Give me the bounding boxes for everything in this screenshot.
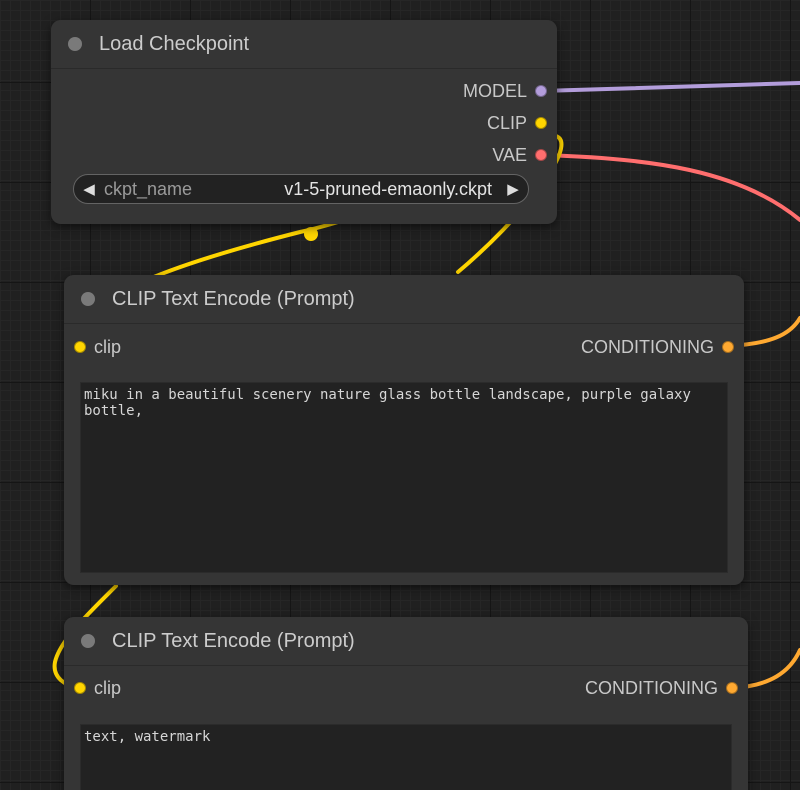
collapse-dot-icon[interactable] — [81, 634, 95, 648]
input-slot-clip[interactable]: clip — [74, 335, 121, 359]
ckpt-name-combo[interactable]: ◀ ckpt_name v1-5-pruned-emaonly.ckpt ▶ — [73, 174, 529, 204]
slot-label: clip — [94, 336, 122, 357]
node-title: CLIP Text Encode (Prompt) — [112, 287, 355, 310]
output-slot-model[interactable]: MODEL — [463, 79, 547, 103]
clip-socket-icon[interactable] — [74, 341, 86, 353]
collapse-dot-icon[interactable] — [68, 37, 82, 51]
slot-label: MODEL — [462, 80, 527, 101]
load-checkpoint-node[interactable]: Load Checkpoint MODEL CLIP VAE ◀ ckpt_na… — [51, 20, 557, 224]
model-socket-icon[interactable] — [535, 85, 547, 97]
output-slot-conditioning[interactable]: CONDITIONING — [585, 676, 738, 700]
prompt-textarea[interactable]: text, watermark — [80, 724, 732, 790]
clip-text-encode-positive-node[interactable]: CLIP Text Encode (Prompt) clip CONDITION… — [64, 275, 744, 585]
conditioning-socket-icon[interactable] — [722, 341, 734, 353]
output-slot-clip[interactable]: CLIP — [487, 111, 547, 135]
node-title: Load Checkpoint — [99, 32, 250, 55]
conditioning-socket-icon[interactable] — [726, 682, 738, 694]
model-link[interactable] — [539, 81, 800, 93]
clip-text-encode-header[interactable]: CLIP Text Encode (Prompt) — [64, 617, 748, 666]
input-slot-clip[interactable]: clip — [74, 676, 121, 700]
combo-next-arrow-icon[interactable]: ▶ — [498, 180, 528, 198]
clip-text-encode-negative-node[interactable]: CLIP Text Encode (Prompt) clip CONDITION… — [64, 617, 748, 790]
slot-label: VAE — [492, 144, 527, 165]
load-checkpoint-header[interactable]: Load Checkpoint — [51, 20, 557, 69]
node-title: CLIP Text Encode (Prompt) — [112, 629, 355, 652]
slot-label: clip — [94, 677, 122, 698]
output-slot-conditioning[interactable]: CONDITIONING — [581, 335, 734, 359]
combo-value[interactable]: v1-5-pruned-emaonly.ckpt — [192, 179, 498, 200]
clip-socket-icon[interactable] — [535, 117, 547, 129]
reroute-handle[interactable] — [304, 227, 318, 241]
combo-label: ckpt_name — [104, 178, 193, 199]
collapse-dot-icon[interactable] — [81, 292, 95, 306]
prompt-textarea[interactable]: miku in a beautiful scenery nature glass… — [80, 382, 728, 573]
slot-label: CONDITIONING — [585, 677, 718, 698]
vae-socket-icon[interactable] — [535, 149, 547, 161]
slot-label: CONDITIONING — [581, 336, 714, 357]
clip-socket-icon[interactable] — [74, 682, 86, 694]
slot-label: CLIP — [486, 112, 527, 133]
combo-prev-arrow-icon[interactable]: ◀ — [74, 180, 104, 198]
clip-text-encode-header[interactable]: CLIP Text Encode (Prompt) — [64, 275, 744, 324]
output-slot-vae[interactable]: VAE — [492, 143, 547, 167]
vae-link[interactable] — [539, 153, 800, 222]
